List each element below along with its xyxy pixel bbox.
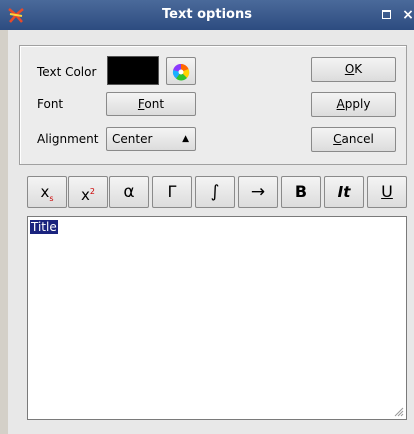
- window-frame-left: [0, 30, 8, 434]
- alignment-select-value: Center: [112, 132, 153, 146]
- underline-button[interactable]: U: [367, 176, 407, 208]
- italic-icon: It: [337, 183, 351, 201]
- ok-button[interactable]: OK: [311, 57, 396, 82]
- font-label: Font: [37, 97, 64, 111]
- font-button[interactable]: Font: [106, 92, 196, 116]
- window-title: Text options: [162, 7, 252, 22]
- selected-text[interactable]: Title: [30, 220, 58, 234]
- updown-arrows-icon: ▲: [182, 134, 189, 144]
- gamma-button[interactable]: Γ: [152, 176, 192, 208]
- superscript-button[interactable]: x2: [68, 176, 108, 208]
- text-color-swatch[interactable]: [107, 56, 159, 85]
- cancel-button[interactable]: Cancel: [311, 127, 396, 152]
- italic-button[interactable]: It: [324, 176, 364, 208]
- text-editor[interactable]: Title: [27, 216, 407, 420]
- superscript-icon: x: [81, 186, 90, 204]
- alpha-button[interactable]: α: [109, 176, 149, 208]
- subscript-button[interactable]: xs: [27, 176, 67, 208]
- close-button[interactable]: ×: [401, 8, 414, 22]
- arrow-icon: →: [250, 182, 266, 202]
- alignment-label: Alignment: [37, 132, 99, 146]
- text-color-label: Text Color: [37, 65, 97, 79]
- resize-grip-icon[interactable]: [394, 407, 404, 417]
- title-bar[interactable]: Text options ×: [0, 0, 414, 30]
- underline-icon: U: [381, 182, 393, 201]
- gamma-icon: Γ: [167, 182, 177, 201]
- alignment-select[interactable]: Center ▲: [106, 127, 196, 151]
- bold-icon: B: [294, 182, 308, 201]
- arrow-button[interactable]: →: [238, 176, 278, 208]
- apply-button[interactable]: Apply: [311, 92, 396, 117]
- color-picker-button[interactable]: [166, 57, 196, 85]
- integral-icon: ∫: [210, 182, 220, 202]
- integral-button[interactable]: ∫: [195, 176, 235, 208]
- maximize-button[interactable]: [382, 10, 391, 19]
- alpha-icon: α: [123, 182, 135, 202]
- bold-button[interactable]: B: [281, 176, 321, 208]
- color-wheel-icon: [172, 63, 190, 81]
